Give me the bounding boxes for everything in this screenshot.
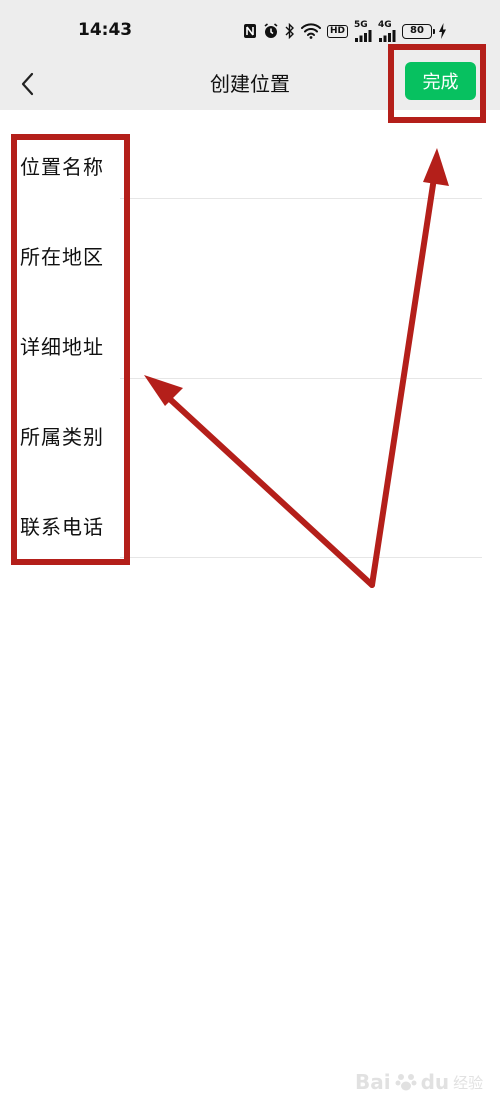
baidu-watermark: Bai du 经验 [355, 1060, 495, 1104]
category-input[interactable] [130, 410, 470, 460]
divider [120, 557, 482, 558]
labels-highlight-box [11, 134, 130, 565]
paw-icon [395, 1074, 417, 1091]
status-time: 14:43 [78, 20, 133, 40]
divider [120, 198, 482, 199]
location-name-input[interactable] [130, 140, 470, 190]
status-icons: HD 5G 4G 80 [243, 20, 447, 42]
signal-icon: 4G [378, 19, 396, 42]
network-type-5g: 5G [354, 19, 368, 30]
alarm-icon [263, 23, 279, 39]
screen: 14:43 HD 5G 4G 80 创建位置 完成 位置名称 所在地区 详细地址… [0, 0, 500, 1111]
done-highlight-box [388, 44, 486, 123]
region-input[interactable] [130, 230, 470, 280]
watermark-brand: Bai [355, 1070, 391, 1094]
address-input[interactable] [130, 320, 470, 370]
nfc-icon [243, 23, 257, 39]
bluetooth-icon [285, 23, 295, 39]
divider [120, 378, 482, 379]
battery-icon: 80 [402, 23, 436, 39]
phone-input[interactable] [130, 500, 470, 550]
charging-icon [438, 23, 447, 39]
wifi-icon [301, 23, 321, 39]
hd-icon: HD [327, 24, 349, 38]
network-type-4g: 4G [378, 19, 392, 30]
signal-icon: 5G [354, 19, 372, 42]
watermark-brand-tail: du [420, 1070, 450, 1094]
watermark-sub: 经验 [453, 1073, 484, 1092]
